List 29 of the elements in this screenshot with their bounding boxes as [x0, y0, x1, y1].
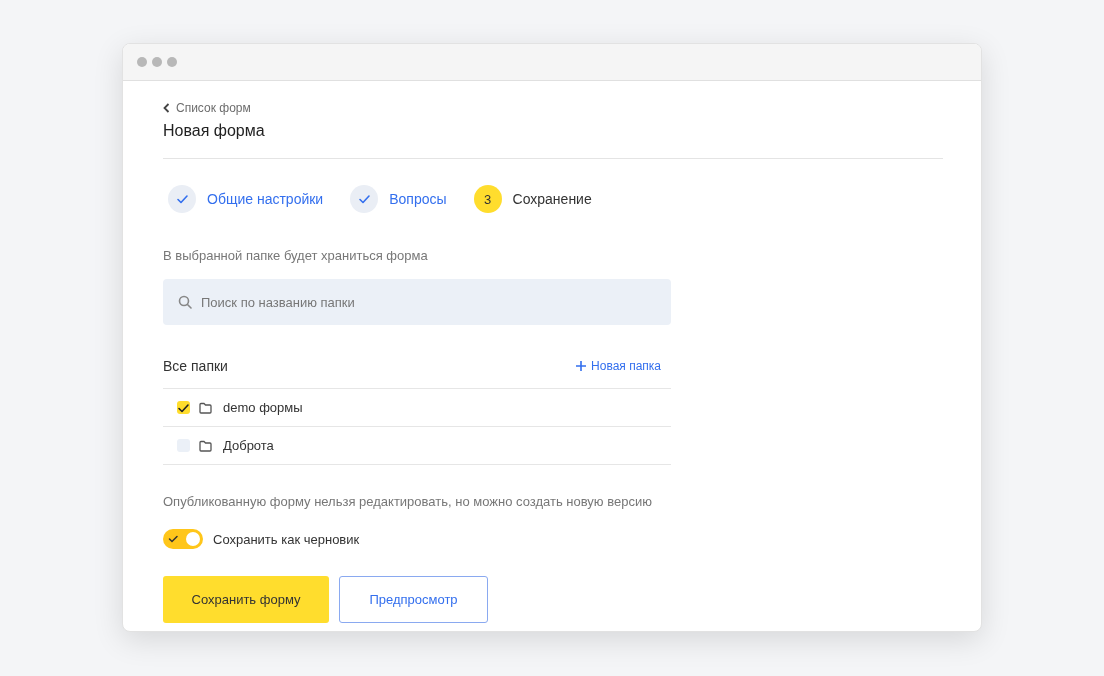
step-tab[interactable]: Вопросы — [350, 185, 447, 213]
window-dot — [152, 57, 162, 67]
back-link[interactable]: Список форм — [163, 101, 251, 115]
window-dot — [167, 57, 177, 67]
page-title: Новая форма — [163, 122, 266, 140]
search-field[interactable]: Поиск по названию папки — [163, 279, 671, 325]
step-number: 3 — [473, 185, 502, 213]
window-dot — [137, 57, 147, 67]
preview-button[interactable]: Предпросмотр — [339, 576, 488, 623]
save-button[interactable]: Сохранить форму — [163, 576, 329, 623]
toggle-label: Сохранить как черновик — [213, 531, 360, 547]
folder-icon — [199, 439, 212, 452]
check-icon — [350, 185, 379, 213]
hint-text: В выбранной папке будет храниться форма — [163, 248, 429, 263]
search-icon — [178, 295, 192, 309]
folder-name[interactable]: Доброта — [223, 438, 274, 453]
step-tab[interactable]: 3 Сохранение — [473, 185, 592, 213]
check-icon — [168, 534, 179, 544]
chevron-left-icon — [163, 103, 170, 113]
folder-name[interactable]: demo формы — [223, 400, 303, 415]
plus-icon — [575, 359, 588, 372]
check-icon — [168, 185, 196, 213]
section-label: Все папки — [163, 357, 228, 374]
toggle-switch[interactable] — [163, 529, 203, 549]
folder-icon — [199, 401, 212, 414]
checkbox[interactable] — [177, 401, 190, 414]
new-folder-link[interactable]: Новая папка — [575, 358, 661, 373]
step-tab[interactable]: Общие настройки — [168, 185, 324, 213]
note-text: Опубликованную форму нельзя редактировать, но можно создать новую версию — [163, 494, 653, 509]
